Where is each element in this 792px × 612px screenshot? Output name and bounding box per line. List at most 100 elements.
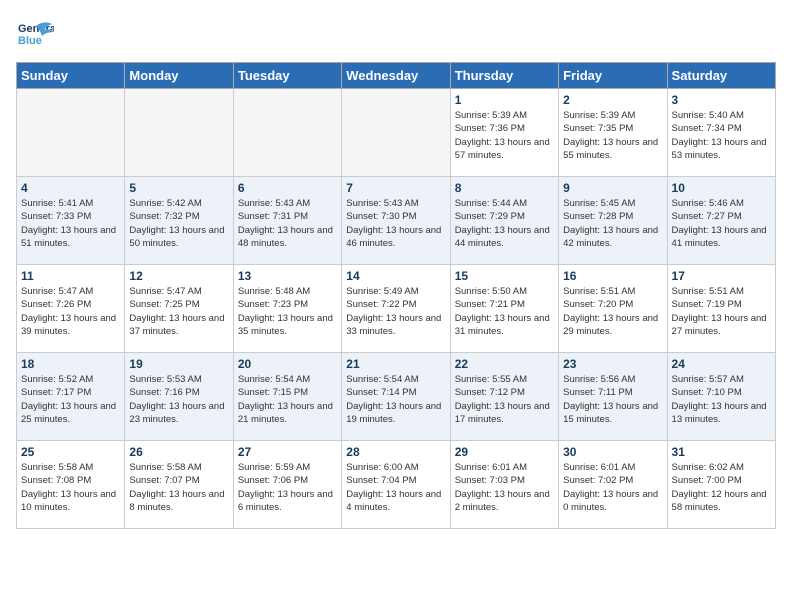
daylight-text: Daylight: 13 hours and 44 minutes. bbox=[455, 224, 554, 251]
sunrise-text: Sunrise: 5:46 AM bbox=[672, 197, 771, 210]
day-number: 5 bbox=[129, 181, 228, 195]
calendar-cell: 10Sunrise: 5:46 AMSunset: 7:27 PMDayligh… bbox=[667, 177, 775, 265]
calendar-cell: 20Sunrise: 5:54 AMSunset: 7:15 PMDayligh… bbox=[233, 353, 341, 441]
day-number: 14 bbox=[346, 269, 445, 283]
day-number: 6 bbox=[238, 181, 337, 195]
sunset-text: Sunset: 7:28 PM bbox=[563, 210, 662, 223]
sunrise-text: Sunrise: 5:41 AM bbox=[21, 197, 120, 210]
daylight-text: Daylight: 13 hours and 35 minutes. bbox=[238, 312, 337, 339]
calendar-cell: 29Sunrise: 6:01 AMSunset: 7:03 PMDayligh… bbox=[450, 441, 558, 529]
day-info: Sunrise: 5:48 AMSunset: 7:23 PMDaylight:… bbox=[238, 285, 337, 338]
day-info: Sunrise: 6:00 AMSunset: 7:04 PMDaylight:… bbox=[346, 461, 445, 514]
svg-text:Blue: Blue bbox=[18, 35, 42, 47]
calendar-cell: 17Sunrise: 5:51 AMSunset: 7:19 PMDayligh… bbox=[667, 265, 775, 353]
weekday-header-monday: Monday bbox=[125, 63, 233, 89]
sunrise-text: Sunrise: 5:43 AM bbox=[238, 197, 337, 210]
day-info: Sunrise: 6:01 AMSunset: 7:02 PMDaylight:… bbox=[563, 461, 662, 514]
calendar-cell: 31Sunrise: 6:02 AMSunset: 7:00 PMDayligh… bbox=[667, 441, 775, 529]
calendar-table: SundayMondayTuesdayWednesdayThursdayFrid… bbox=[16, 62, 776, 529]
sunset-text: Sunset: 7:16 PM bbox=[129, 386, 228, 399]
calendar-cell: 6 Sunrise: 5:43 AMSunset: 7:31 PMDaylight… bbox=[233, 177, 341, 265]
day-info: Sunrise: 5:59 AMSunset: 7:06 PMDaylight:… bbox=[238, 461, 337, 514]
day-number: 22 bbox=[455, 357, 554, 371]
calendar-cell: 25Sunrise: 5:58 AMSunset: 7:08 PMDayligh… bbox=[17, 441, 125, 529]
day-number: 31 bbox=[672, 445, 771, 459]
calendar-cell: 13Sunrise: 5:48 AMSunset: 7:23 PMDayligh… bbox=[233, 265, 341, 353]
day-number: 24 bbox=[672, 357, 771, 371]
day-info: Sunrise: 5:50 AMSunset: 7:21 PMDaylight:… bbox=[455, 285, 554, 338]
daylight-text: Daylight: 13 hours and 25 minutes. bbox=[21, 400, 120, 427]
day-number: 11 bbox=[21, 269, 120, 283]
sunrise-text: Sunrise: 5:51 AM bbox=[672, 285, 771, 298]
sunrise-text: Sunrise: 5:51 AM bbox=[563, 285, 662, 298]
sunset-text: Sunset: 7:20 PM bbox=[563, 298, 662, 311]
day-number: 19 bbox=[129, 357, 228, 371]
daylight-text: Daylight: 13 hours and 23 minutes. bbox=[129, 400, 228, 427]
sunset-text: Sunset: 7:11 PM bbox=[563, 386, 662, 399]
sunset-text: Sunset: 7:30 PM bbox=[346, 210, 445, 223]
sunset-text: Sunset: 7:31 PM bbox=[238, 210, 337, 223]
sunset-text: Sunset: 7:21 PM bbox=[455, 298, 554, 311]
sunset-text: Sunset: 7:17 PM bbox=[21, 386, 120, 399]
page-header: General Blue bbox=[16, 16, 776, 54]
calendar-week-4: 18Sunrise: 5:52 AMSunset: 7:17 PMDayligh… bbox=[17, 353, 776, 441]
sunset-text: Sunset: 7:02 PM bbox=[563, 474, 662, 487]
calendar-cell bbox=[125, 89, 233, 177]
sunrise-text: Sunrise: 5:58 AM bbox=[21, 461, 120, 474]
logo: General Blue bbox=[16, 16, 54, 54]
sunrise-text: Sunrise: 5:39 AM bbox=[455, 109, 554, 122]
sunrise-text: Sunrise: 6:02 AM bbox=[672, 461, 771, 474]
weekday-header-friday: Friday bbox=[559, 63, 667, 89]
day-number: 1 bbox=[455, 93, 554, 107]
day-info: Sunrise: 5:40 AMSunset: 7:34 PMDaylight:… bbox=[672, 109, 771, 162]
sunset-text: Sunset: 7:12 PM bbox=[455, 386, 554, 399]
day-number: 20 bbox=[238, 357, 337, 371]
day-info: Sunrise: 5:47 AMSunset: 7:26 PMDaylight:… bbox=[21, 285, 120, 338]
day-info: Sunrise: 5:45 AMSunset: 7:28 PMDaylight:… bbox=[563, 197, 662, 250]
day-info: Sunrise: 5:43 AMSunset: 7:30 PMDaylight:… bbox=[346, 197, 445, 250]
sunset-text: Sunset: 7:06 PM bbox=[238, 474, 337, 487]
calendar-cell: 27Sunrise: 5:59 AMSunset: 7:06 PMDayligh… bbox=[233, 441, 341, 529]
sunrise-text: Sunrise: 5:53 AM bbox=[129, 373, 228, 386]
daylight-text: Daylight: 13 hours and 51 minutes. bbox=[21, 224, 120, 251]
sunrise-text: Sunrise: 5:49 AM bbox=[346, 285, 445, 298]
weekday-header-thursday: Thursday bbox=[450, 63, 558, 89]
weekday-header-saturday: Saturday bbox=[667, 63, 775, 89]
sunset-text: Sunset: 7:34 PM bbox=[672, 122, 771, 135]
day-number: 10 bbox=[672, 181, 771, 195]
day-number: 15 bbox=[455, 269, 554, 283]
day-info: Sunrise: 5:54 AMSunset: 7:14 PMDaylight:… bbox=[346, 373, 445, 426]
calendar-cell: 3Sunrise: 5:40 AMSunset: 7:34 PMDaylight… bbox=[667, 89, 775, 177]
day-number: 29 bbox=[455, 445, 554, 459]
sunset-text: Sunset: 7:33 PM bbox=[21, 210, 120, 223]
daylight-text: Daylight: 13 hours and 19 minutes. bbox=[346, 400, 445, 427]
calendar-cell: 4Sunrise: 5:41 AMSunset: 7:33 PMDaylight… bbox=[17, 177, 125, 265]
logo-icon: General Blue bbox=[16, 16, 54, 54]
sunrise-text: Sunrise: 5:44 AM bbox=[455, 197, 554, 210]
calendar-cell: 21Sunrise: 5:54 AMSunset: 7:14 PMDayligh… bbox=[342, 353, 450, 441]
sunrise-text: Sunrise: 6:01 AM bbox=[563, 461, 662, 474]
weekday-header-row: SundayMondayTuesdayWednesdayThursdayFrid… bbox=[17, 63, 776, 89]
sunset-text: Sunset: 7:14 PM bbox=[346, 386, 445, 399]
sunrise-text: Sunrise: 5:47 AM bbox=[129, 285, 228, 298]
sunset-text: Sunset: 7:26 PM bbox=[21, 298, 120, 311]
sunrise-text: Sunrise: 5:59 AM bbox=[238, 461, 337, 474]
sunrise-text: Sunrise: 5:43 AM bbox=[346, 197, 445, 210]
calendar-cell: 9Sunrise: 5:45 AMSunset: 7:28 PMDaylight… bbox=[559, 177, 667, 265]
calendar-week-2: 4Sunrise: 5:41 AMSunset: 7:33 PMDaylight… bbox=[17, 177, 776, 265]
day-number: 28 bbox=[346, 445, 445, 459]
daylight-text: Daylight: 13 hours and 42 minutes. bbox=[563, 224, 662, 251]
day-info: Sunrise: 5:52 AMSunset: 7:17 PMDaylight:… bbox=[21, 373, 120, 426]
calendar-cell: 15 Sunrise: 5:50 AMSunset: 7:21 PMDayligh… bbox=[450, 265, 558, 353]
calendar-cell: 23Sunrise: 5:56 AMSunset: 7:11 PMDayligh… bbox=[559, 353, 667, 441]
daylight-text: Daylight: 13 hours and 48 minutes. bbox=[238, 224, 337, 251]
sunset-text: Sunset: 7:15 PM bbox=[238, 386, 337, 399]
day-number: 2 bbox=[563, 93, 662, 107]
day-number: 12 bbox=[129, 269, 228, 283]
daylight-text: Daylight: 13 hours and 37 minutes. bbox=[129, 312, 228, 339]
day-number: 23 bbox=[563, 357, 662, 371]
calendar-cell: 12 Sunrise: 5:47 AMSunset: 7:25 PMDayligh… bbox=[125, 265, 233, 353]
day-info: Sunrise: 5:55 AMSunset: 7:12 PMDaylight:… bbox=[455, 373, 554, 426]
day-info: Sunrise: 5:47 AMSunset: 7:25 PMDaylight:… bbox=[129, 285, 228, 338]
daylight-text: Daylight: 13 hours and 57 minutes. bbox=[455, 136, 554, 163]
